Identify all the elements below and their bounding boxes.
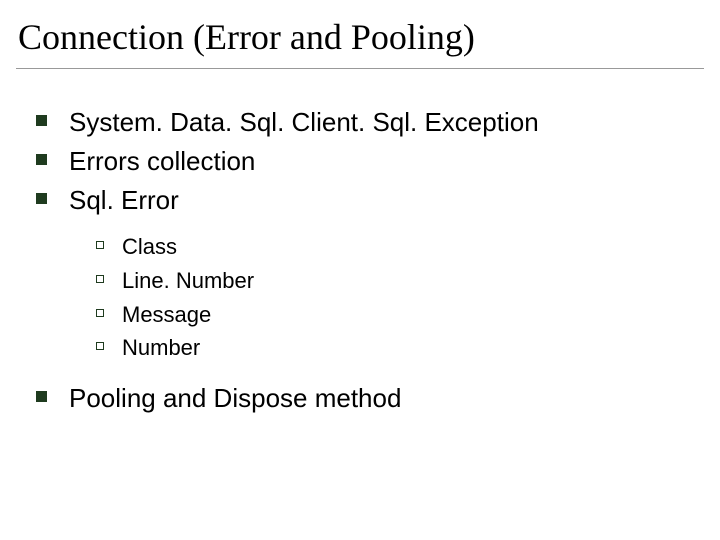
- sub-list-item: Line. Number: [96, 266, 704, 296]
- list-item-text: Sql. Error: [69, 183, 179, 218]
- hollow-square-bullet-icon: [96, 342, 104, 350]
- hollow-square-bullet-icon: [96, 275, 104, 283]
- square-bullet-icon: [36, 391, 47, 402]
- slide: Connection (Error and Pooling) System. D…: [0, 0, 720, 540]
- list-item: Pooling and Dispose method: [36, 381, 704, 416]
- sub-list-item-text: Message: [122, 300, 211, 330]
- sub-list-item: Class: [96, 232, 704, 262]
- sub-list-item: Message: [96, 300, 704, 330]
- sub-list-item: Number: [96, 333, 704, 363]
- list-item: Errors collection: [36, 144, 704, 179]
- sub-list-item-text: Class: [122, 232, 177, 262]
- list-item-text: Errors collection: [69, 144, 255, 179]
- sub-list: Class Line. Number Message Number: [36, 232, 704, 363]
- sub-list-item-text: Number: [122, 333, 200, 363]
- sub-list-item-text: Line. Number: [122, 266, 254, 296]
- slide-body: System. Data. Sql. Client. Sql. Exceptio…: [16, 105, 704, 416]
- hollow-square-bullet-icon: [96, 309, 104, 317]
- square-bullet-icon: [36, 154, 47, 165]
- square-bullet-icon: [36, 193, 47, 204]
- list-item: System. Data. Sql. Client. Sql. Exceptio…: [36, 105, 704, 140]
- list-item-text: System. Data. Sql. Client. Sql. Exceptio…: [69, 105, 539, 140]
- square-bullet-icon: [36, 115, 47, 126]
- hollow-square-bullet-icon: [96, 241, 104, 249]
- slide-title: Connection (Error and Pooling): [16, 12, 704, 69]
- list-item-text: Pooling and Dispose method: [69, 381, 401, 416]
- list-item: Sql. Error: [36, 183, 704, 218]
